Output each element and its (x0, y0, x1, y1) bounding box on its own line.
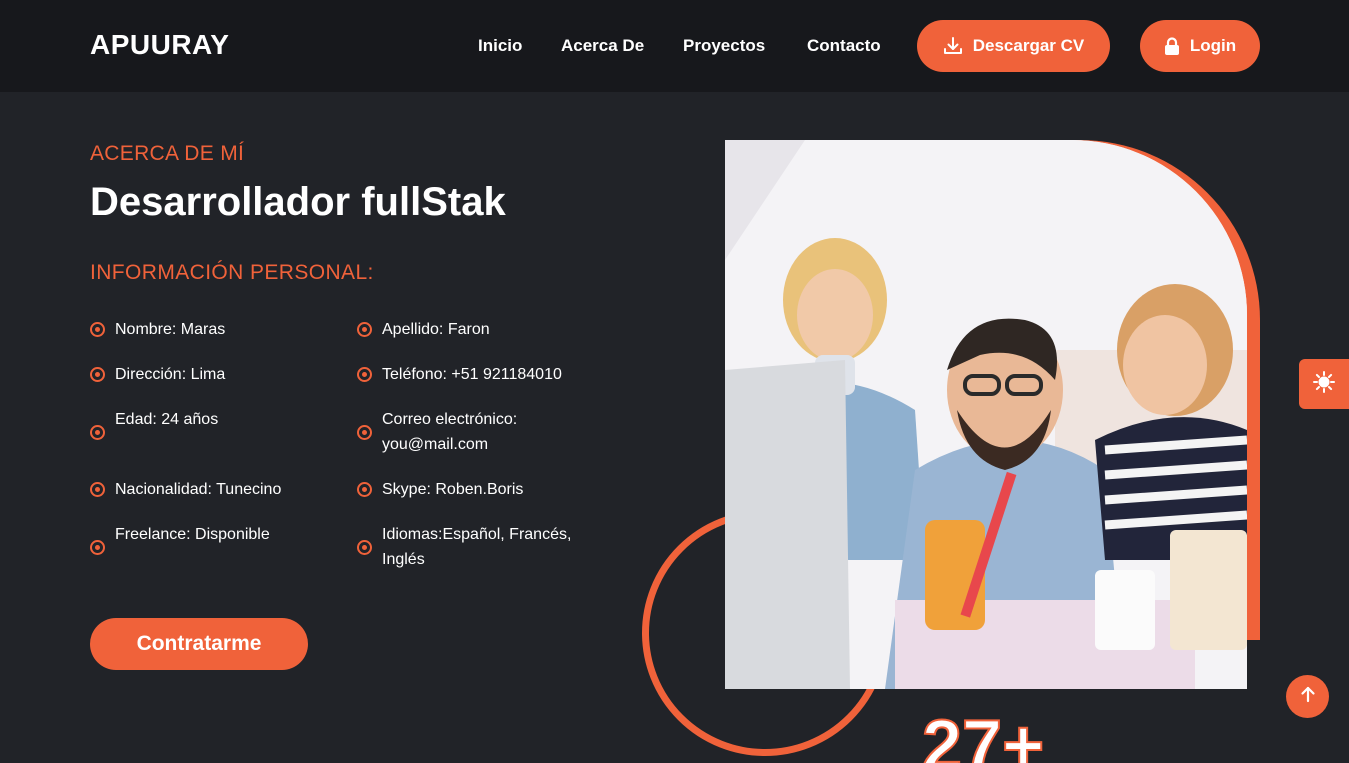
nav-inicio[interactable]: Inicio (478, 36, 522, 56)
info-text: Skype: Roben.Boris (382, 481, 524, 498)
target-dot-icon (90, 367, 105, 382)
info-text: Idiomas:Español, Francés, Inglés (382, 526, 572, 568)
info-text: Nombre: Maras (115, 321, 226, 338)
info-text: Edad: 24 años (115, 411, 219, 428)
page-title: Desarrollador fullStak (90, 180, 506, 224)
info-text: Freelance: Disponible (115, 526, 270, 543)
download-cv-button[interactable]: Descargar CV (917, 20, 1110, 72)
target-dot-icon (357, 367, 372, 382)
info-text: Teléfono: +51 921184010 (382, 366, 562, 383)
target-dot-icon (357, 482, 372, 497)
target-dot-icon (90, 482, 105, 497)
target-dot-icon (90, 425, 105, 440)
lock-icon (1164, 37, 1180, 55)
scroll-to-top-button[interactable] (1286, 675, 1329, 718)
hire-me-button[interactable]: Contratarme (90, 618, 308, 670)
info-text: Apellido: Faron (382, 321, 490, 338)
arrow-up-icon (1299, 685, 1317, 708)
years-counter: 27+ (921, 706, 1045, 763)
info-text: Dirección: Lima (115, 366, 226, 383)
theme-toggle-button[interactable] (1299, 359, 1349, 409)
nav-proyectos[interactable]: Proyectos (683, 36, 765, 56)
target-dot-icon (357, 425, 372, 440)
target-dot-icon (357, 322, 372, 337)
nav-acerca-de[interactable]: Acerca De (561, 36, 644, 56)
info-text: Nacionalidad: Tunecino (115, 481, 282, 498)
download-cv-label: Descargar CV (972, 36, 1085, 55)
sun-icon (1313, 370, 1335, 398)
login-label: Login (1189, 36, 1237, 55)
site-logo[interactable]: APUURAY (90, 29, 229, 61)
site-header: APUURAY Inicio Acerca De Proyectos Conta… (0, 0, 1349, 92)
personal-info-heading: INFORMACIÓN PERSONAL: (90, 261, 374, 284)
login-button[interactable]: Login (1140, 20, 1260, 72)
nav-contacto[interactable]: Contacto (807, 36, 881, 56)
info-text: Correo electrónico: you@mail.com (382, 411, 518, 453)
team-photo (725, 140, 1247, 689)
target-dot-icon (357, 540, 372, 555)
section-eyebrow: ACERCA DE MÍ (90, 142, 245, 165)
target-dot-icon (90, 322, 105, 337)
download-icon (943, 36, 963, 56)
target-dot-icon (90, 540, 105, 555)
